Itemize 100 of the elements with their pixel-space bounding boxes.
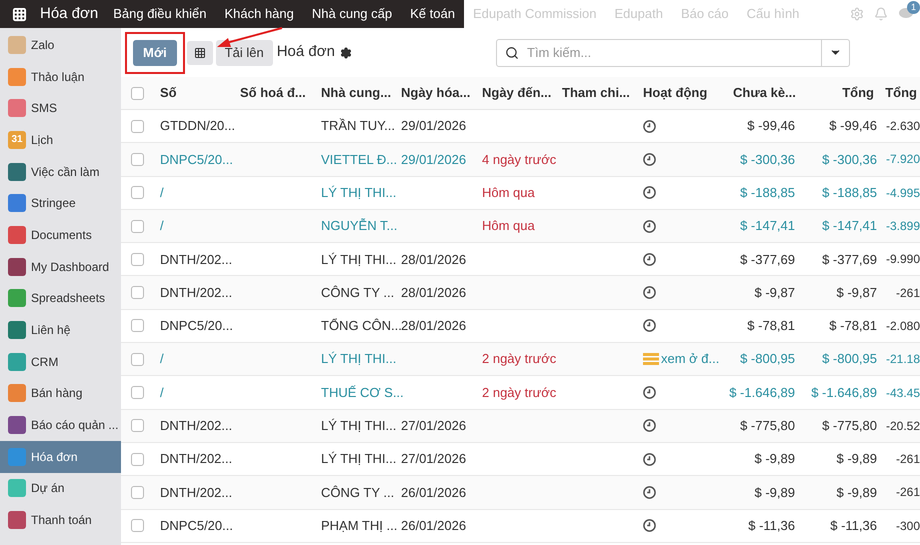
list-icon: [643, 353, 659, 366]
sidebar-item[interactable]: Dự án: [0, 472, 121, 504]
clock-icon[interactable]: [643, 220, 656, 233]
clock-icon[interactable]: [643, 419, 656, 432]
clock-icon[interactable]: [643, 452, 656, 466]
table-cell-text: $ -775,80: [739, 417, 795, 436]
new-button[interactable]: Mới: [133, 40, 177, 66]
column-header[interactable]: Nhà cung...: [321, 83, 401, 103]
sidebar-item[interactable]: Liên hệ: [0, 314, 121, 346]
search-icon: [505, 46, 519, 60]
menu-item[interactable]: Kế toán: [401, 4, 464, 24]
row-checkbox[interactable]: [131, 452, 144, 466]
row-checkbox[interactable]: [131, 319, 144, 332]
search-field[interactable]: Tìm kiếm...: [496, 38, 850, 66]
table-cell-text: 2 ngày trước: [482, 384, 558, 402]
column-header[interactable]: Chưa kè...: [718, 83, 795, 103]
activity-summary[interactable]: xem ở đ...: [661, 349, 720, 369]
table-cell-text: $ -9,89: [754, 450, 795, 468]
table-cell-text: $ -9,89: [836, 450, 877, 468]
table-cell-text: CÔNG TY ...: [321, 484, 396, 502]
table-cell-text: 28/01/2026: [401, 317, 468, 336]
sidebar-item[interactable]: Thanh toán: [0, 504, 121, 536]
row-checkbox[interactable]: [131, 486, 144, 499]
sidebar-item[interactable]: Báo cáo quản ...: [0, 409, 121, 441]
column-header[interactable]: Số hoá đ...: [240, 83, 321, 103]
sidebar-item[interactable]: SMS: [0, 92, 121, 124]
column-header[interactable]: Ngày hóa...: [401, 83, 482, 103]
table-row[interactable]: DNPC5/20... PHẠM THỊ ... 26/01/2026 $ -11,36 $ -11,36 -300: [121, 510, 920, 543]
column-header[interactable]: Hoạt động: [643, 83, 718, 103]
column-header[interactable]: Số: [160, 83, 240, 103]
table-row[interactable]: / LÝ THỊ THI... 2 ngày trước xem ở đ... $ -800,95 $ -800,95 -21.18: [121, 343, 920, 376]
row-checkbox[interactable]: [131, 186, 144, 200]
row-checkbox[interactable]: [131, 152, 144, 166]
table-cell-text: /: [160, 350, 165, 368]
upload-button[interactable]: Tải lên: [216, 40, 273, 66]
sidebar-item[interactable]: My Dashboard: [0, 250, 121, 282]
clock-icon[interactable]: [643, 519, 656, 532]
search-input[interactable]: Tìm kiếm...: [527, 42, 821, 62]
table-cell-text: /: [160, 384, 165, 402]
table-cell-text: $ -377,69: [739, 250, 795, 269]
table-cell-text: LÝ THỊ THI...: [321, 450, 398, 468]
table-cell-text: 26/01/2026: [401, 484, 468, 502]
row-checkbox[interactable]: [131, 120, 144, 133]
menu-item[interactable]: Khách hàng: [215, 4, 303, 24]
row-checkbox[interactable]: [131, 352, 144, 366]
row-checkbox[interactable]: [131, 252, 144, 266]
sidebar-item[interactable]: Thảo luận: [0, 60, 121, 92]
table-cell-text: $ -1.646,89: [728, 384, 795, 402]
clock-icon[interactable]: [643, 120, 656, 133]
table-row[interactable]: DNTH/202... LÝ THỊ THI... 27/01/2026 $ -775,80 $ -775,80 -20.52: [121, 410, 920, 443]
settings-icon[interactable]: [340, 46, 352, 58]
clock-icon[interactable]: [643, 186, 656, 200]
table-cell-text: LÝ THỊ THI...: [321, 250, 398, 269]
table-cell-text: -2.080: [884, 318, 920, 335]
table-cell-text: DNTH/202...: [160, 250, 234, 269]
clock-icon[interactable]: [643, 486, 656, 499]
clock-icon[interactable]: [643, 252, 656, 266]
column-header[interactable]: Tổng: [877, 83, 920, 103]
apps-menu-icon[interactable]: [12, 6, 27, 22]
sidebar-item[interactable]: Hóa đơn: [0, 440, 121, 473]
column-header[interactable]: Tổng: [795, 83, 877, 103]
table-cell-text: NGUYỄN T...: [321, 217, 398, 236]
sidebar-item[interactable]: CRM: [0, 346, 121, 378]
table-row[interactable]: DNTH/202... CÔNG TY ... 26/01/2026 $ -9,89 $ -9,89 -261: [121, 476, 920, 510]
sidebar-item[interactable]: Documents: [0, 219, 121, 251]
clock-icon[interactable]: [643, 319, 656, 332]
view-switch-button[interactable]: [186, 40, 213, 64]
menu-item[interactable]: Nhà cung cấp: [302, 4, 402, 24]
sidebar-item[interactable]: Spreadsheets: [0, 282, 121, 314]
table-row[interactable]: DNPC5/20... VIETTEL Đ... 29/01/2026 4 ngày trước $ -300,36 $ -300,36 -7.920: [121, 143, 920, 177]
sidebar-item[interactable]: Việc cần làm: [0, 156, 121, 188]
grid-icon: [194, 46, 206, 58]
sidebar-item[interactable]: Stringee: [0, 187, 121, 220]
table-row[interactable]: DNTH/202... CÔNG TY ... 28/01/2026 $ -9,87 $ -9,87 -261: [121, 276, 920, 310]
row-checkbox[interactable]: [131, 386, 144, 400]
table-cell-text: $ -147,41: [821, 217, 877, 236]
table-cell-text: DNTH/202...: [160, 417, 234, 436]
row-checkbox[interactable]: [131, 519, 144, 532]
table-cell-text: -4.995: [884, 184, 920, 202]
clock-icon[interactable]: [643, 286, 656, 300]
clock-icon[interactable]: [643, 386, 656, 400]
table-row[interactable]: / LÝ THỊ THI... Hôm qua $ -188,85 $ -188,85 -4.995: [121, 176, 920, 210]
menu-item[interactable]: Bảng điều khiển: [104, 4, 216, 24]
table-cell-text: -20.52: [884, 418, 920, 435]
sidebar-item[interactable]: Zalo: [0, 29, 121, 61]
row-checkbox[interactable]: [131, 419, 144, 432]
clock-icon[interactable]: [643, 152, 656, 166]
sidebar-item[interactable]: Bán hàng: [0, 378, 121, 410]
sidebar-item[interactable]: 31 Lịch: [0, 124, 121, 156]
column-header[interactable]: Ngày đến...: [482, 83, 562, 103]
table-row[interactable]: / NGUYỄN T... Hôm qua $ -147,41 $ -147,41 -3.899: [121, 210, 920, 244]
table-cell-text: DNTH/202...: [160, 450, 234, 468]
row-checkbox[interactable]: [131, 286, 144, 300]
select-all-checkbox[interactable]: [131, 86, 144, 100]
row-checkbox[interactable]: [131, 220, 144, 233]
notification-badge: 1: [907, 1, 920, 14]
column-header[interactable]: Tham chi...: [562, 83, 643, 103]
table-cell-text: 2 ngày trước: [482, 350, 558, 368]
table-cell-text: -7.920: [884, 151, 920, 168]
table-cell-text: $ -78,81: [828, 317, 877, 336]
